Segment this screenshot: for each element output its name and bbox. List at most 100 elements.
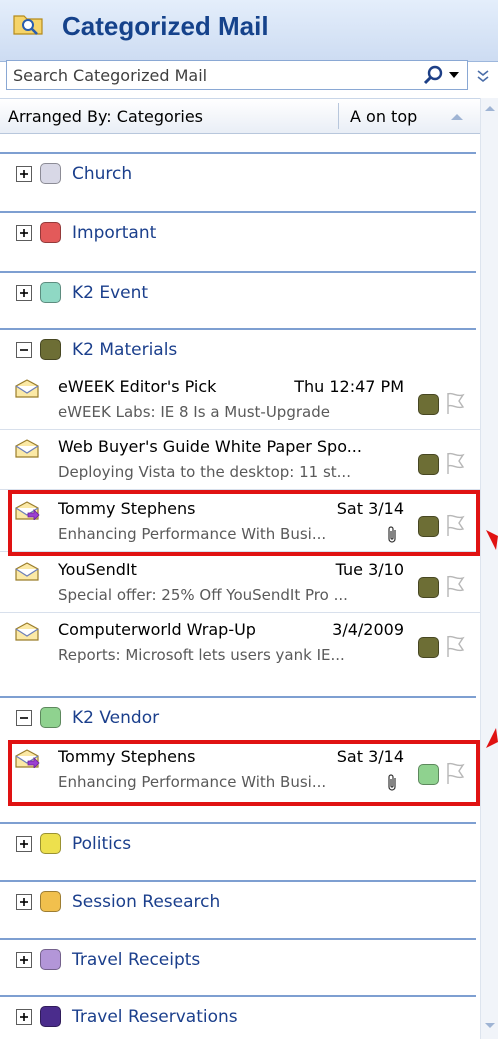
category-color-swatch [40,1006,61,1027]
scrollbar[interactable] [480,98,498,1039]
mail-sender: YouSendIt [58,560,137,579]
search-box [6,60,468,90]
expand-plus-icon[interactable] [16,1009,32,1025]
mail-date: 3/4/2009 [332,620,404,639]
category-k2-vendor[interactable]: K2 Vendor [0,696,480,738]
envelope-open-icon [15,379,39,398]
flag-icon[interactable] [444,512,466,538]
mail-date: Tue 3/10 [335,560,404,579]
category-divider [0,696,476,698]
mail-item[interactable]: eWEEK Editor's Pick Thu 12:47 PM eWEEK L… [0,370,480,430]
category-label: Travel Reservations [72,1007,238,1027]
column-divider [338,103,339,129]
category-color-swatch [40,833,61,854]
expand-plus-icon[interactable] [16,952,32,968]
category-session-research[interactable]: Session Research [0,880,480,922]
mail-sender: Web Buyer's Guide White Paper Spo... [58,437,362,456]
mail-category-swatch[interactable] [418,637,439,658]
search-icon[interactable] [419,64,461,86]
category-k2-materials[interactable]: K2 Materials [0,328,480,370]
mail-category-swatch[interactable] [418,577,439,598]
sort-up-icon[interactable] [450,113,464,121]
category-color-swatch [40,707,61,728]
categorized-mail-pane: Categorized Mail Arranged By: Categories… [0,0,498,1039]
envelope-open-icon [15,439,39,458]
category-label: Politics [72,834,132,854]
category-color-swatch [40,222,61,243]
flag-icon[interactable] [444,760,466,786]
category-important[interactable]: Important [0,211,480,253]
mail-sender: Tommy Stephens [58,747,196,766]
mail-category-swatch[interactable] [418,516,439,537]
paperclip-icon [388,774,396,791]
mail-item[interactable]: YouSendIt Tue 3/10 Special offer: 25% Of… [0,553,480,613]
mail-sender: Computerworld Wrap-Up [58,620,256,639]
collapse-minus-icon[interactable] [16,342,32,358]
mail-preview: Deploying Vista to the desktop: 11 st... [58,463,351,481]
meeting-request-icon [15,749,40,768]
mail-category-swatch[interactable] [418,764,439,785]
mail-sender: Tommy Stephens [58,499,196,518]
category-label: Session Research [72,892,221,912]
mail-preview: Enhancing Performance With Busi... [58,773,327,791]
category-divider [0,328,476,330]
category-politics[interactable]: Politics [0,822,480,864]
chevron-double-down-icon[interactable] [474,66,492,86]
category-color-swatch [40,891,61,912]
category-divider [0,995,476,997]
annotation-arrow-icon [486,530,498,550]
mail-item[interactable]: Tommy Stephens Sat 3/14 Enhancing Perfor… [0,740,480,800]
category-divider [0,880,476,882]
category-color-swatch [40,282,61,303]
expand-plus-icon[interactable] [16,285,32,301]
search-input[interactable] [7,61,403,89]
mail-sender: eWEEK Editor's Pick [58,377,217,396]
category-label: K2 Event [72,283,149,303]
mail-category-swatch[interactable] [418,454,439,475]
expand-plus-icon[interactable] [16,166,32,182]
category-label: Church [72,164,133,184]
category-church[interactable]: Church [0,152,480,194]
arrange-by-header: Arranged By: Categories A on top [0,98,480,134]
expand-plus-icon[interactable] [16,225,32,241]
expand-plus-icon[interactable] [16,894,32,910]
category-color-swatch [40,339,61,360]
flag-icon[interactable] [444,573,466,599]
title-bar: Categorized Mail [0,0,498,62]
search-folder-icon [13,15,43,35]
scroll-down-icon[interactable] [484,1022,496,1030]
category-label: Travel Receipts [72,950,201,970]
flag-icon[interactable] [444,390,466,416]
category-k2-event[interactable]: K2 Event [0,271,480,313]
category-color-swatch [40,949,61,970]
mail-item[interactable]: Computerworld Wrap-Up 3/4/2009 Reports: … [0,613,480,673]
mail-date: Thu 12:47 PM [294,377,404,396]
category-divider [0,152,476,154]
category-travel-receipts[interactable]: Travel Receipts [0,938,480,980]
envelope-open-icon [15,562,39,581]
category-travel-reservations[interactable]: Travel Reservations [0,995,480,1037]
pane-title: Categorized Mail [62,11,269,41]
expand-plus-icon[interactable] [16,836,32,852]
category-divider [0,211,476,213]
collapse-minus-icon[interactable] [16,710,32,726]
mail-item[interactable]: Web Buyer's Guide White Paper Spo... Dep… [0,430,480,490]
mail-category-swatch[interactable] [418,394,439,415]
mail-item[interactable]: Tommy Stephens Sat 3/14 Enhancing Perfor… [0,492,480,552]
paperclip-icon [388,526,396,543]
scroll-up-icon[interactable] [484,104,496,112]
mail-preview: Enhancing Performance With Busi... [58,525,327,543]
category-label: K2 Materials [72,340,178,360]
category-label: K2 Vendor [72,708,160,728]
flag-icon[interactable] [444,450,466,476]
mail-date: Sat 3/14 [336,747,404,766]
envelope-open-icon [15,622,39,641]
category-divider [0,938,476,940]
mail-date: Sat 3/14 [336,499,404,518]
category-label: Important [72,223,157,243]
arrange-by-label[interactable]: Arranged By: Categories [8,107,203,126]
sort-order-label[interactable]: A on top [350,107,417,126]
mail-preview: Special offer: 25% Off YouSendIt Pro ... [58,586,348,604]
meeting-request-icon [15,501,40,520]
flag-icon[interactable] [444,633,466,659]
